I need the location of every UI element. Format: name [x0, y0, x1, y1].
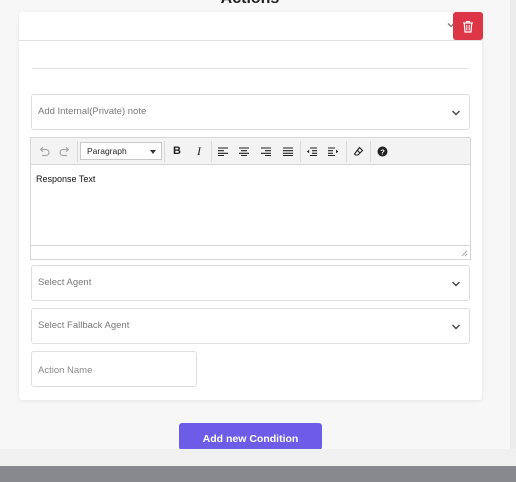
help-icon[interactable]: ?	[373, 142, 391, 160]
agent-select[interactable]: Select Agent	[31, 265, 470, 301]
add-new-condition-button[interactable]: Add new Condition	[179, 423, 322, 450]
action-card: Add Internal(Private) note Paragraph B I	[19, 12, 483, 400]
card-header	[19, 12, 483, 41]
chevron-down-icon	[452, 110, 460, 116]
divider	[32, 68, 469, 69]
bold-icon[interactable]: B	[168, 142, 186, 160]
scroll-track	[510, 0, 516, 466]
action-name-input[interactable]: Action Name	[31, 351, 197, 387]
caret-down-icon	[150, 150, 156, 154]
agent-select-label: Select Agent	[38, 277, 92, 288]
clear-format-icon[interactable]	[349, 142, 367, 160]
page: Actions Add Internal(Private) note	[0, 0, 516, 482]
svg-text:?: ?	[380, 147, 385, 156]
undo-icon[interactable]	[35, 142, 53, 160]
fallback-agent-select[interactable]: Select Fallback Agent	[31, 308, 470, 344]
editor-content[interactable]: Response Text	[31, 165, 470, 245]
rich-text-editor: Paragraph B I ? Response Text	[30, 137, 471, 260]
trash-icon	[463, 20, 473, 33]
indent-icon[interactable]	[325, 142, 343, 160]
format-select[interactable]: Paragraph	[80, 142, 162, 160]
align-justify-icon[interactable]	[279, 142, 297, 160]
internal-note-select[interactable]: Add Internal(Private) note	[31, 94, 470, 130]
align-left-icon[interactable]	[214, 142, 232, 160]
toolbar-separator	[211, 141, 212, 162]
section-title: Actions	[0, 0, 500, 8]
toolbar-separator	[346, 141, 347, 162]
italic-icon[interactable]: I	[190, 142, 208, 160]
internal-note-label: Add Internal(Private) note	[38, 106, 147, 117]
align-right-icon[interactable]	[257, 142, 275, 160]
format-select-value: Paragraph	[87, 146, 127, 156]
fallback-agent-label: Select Fallback Agent	[38, 320, 130, 331]
footer-area	[0, 449, 516, 466]
editor-toolbar: Paragraph B I ?	[31, 138, 470, 165]
outdent-icon[interactable]	[303, 142, 321, 160]
align-center-icon[interactable]	[235, 142, 253, 160]
chevron-down-icon	[452, 324, 460, 330]
redo-icon[interactable]	[56, 142, 74, 160]
bottom-bar	[0, 466, 516, 482]
toolbar-separator	[164, 141, 165, 162]
toolbar-separator	[300, 141, 301, 162]
toolbar-separator	[77, 141, 78, 162]
resize-handle-icon[interactable]	[460, 249, 468, 257]
delete-button[interactable]	[453, 12, 483, 40]
chevron-down-icon	[452, 281, 460, 287]
editor-statusbar	[31, 245, 470, 259]
toolbar-separator	[370, 141, 371, 162]
